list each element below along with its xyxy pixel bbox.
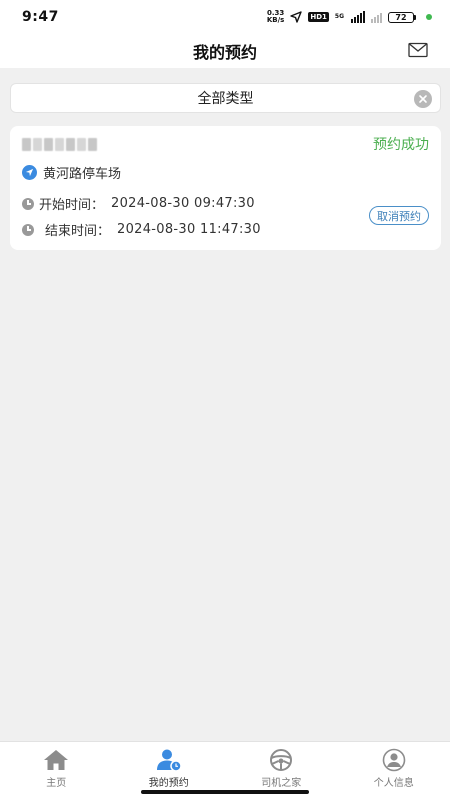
clock-icon — [22, 197, 34, 210]
tab-my-reservations-label: 我的预约 — [148, 778, 189, 789]
end-time-row: 结束时间： 2024-08-30 11:47:30 — [22, 220, 261, 239]
profile-icon — [382, 748, 406, 772]
steering-wheel-icon — [270, 749, 293, 771]
type-filter-select[interactable]: 全部类型 — [10, 83, 441, 113]
clock-icon — [22, 223, 34, 236]
user-clock-icon — [156, 749, 182, 772]
battery-level: 72 — [388, 11, 414, 23]
tab-driver-home-label: 司机之家 — [261, 778, 302, 789]
status-icons: 0.33 KB/s HD1 5G 72 — [267, 10, 432, 24]
network-speed-unit: KB/s — [266, 16, 285, 24]
battery-icon: 72 — [388, 11, 416, 23]
tab-home-label: 主页 — [46, 778, 67, 789]
hd-badge: HD1 — [308, 12, 329, 22]
start-time-label: 开始时间： — [39, 198, 105, 213]
network-type: 5G — [334, 13, 344, 20]
mail-icon[interactable] — [408, 42, 428, 58]
location-row: 黄河路停车场 — [22, 163, 121, 182]
tab-home[interactable]: 主页 — [0, 742, 113, 800]
start-time-row: 开始时间： 2024-08-30 09:47:30 — [22, 194, 255, 213]
parking-lot-name: 黄河路停车场 — [43, 167, 122, 182]
end-time-label: 结束时间： — [45, 224, 111, 239]
start-time-value: 2024-08-30 09:47:30 — [111, 196, 255, 211]
status-bar: 9:47 0.33 KB/s HD1 5G 72 — [0, 0, 450, 34]
header: 我的预约 — [0, 34, 450, 68]
status-time: 9:47 — [22, 9, 59, 25]
type-filter-label: 全部类型 — [197, 91, 254, 107]
cancel-reservation-button[interactable]: 取消预约 — [369, 206, 429, 225]
reservation-card[interactable]: 预约成功 黄河路停车场 开始时间： 2024-08-30 09:47:30 结束… — [10, 126, 441, 250]
tab-profile[interactable]: 个人信息 — [338, 742, 450, 800]
reservation-status: 预约成功 — [373, 137, 429, 153]
navigation-icon — [22, 165, 37, 180]
tab-profile-label: 个人信息 — [373, 778, 414, 789]
signal-icon — [351, 11, 365, 23]
location-arrow-icon — [290, 11, 303, 23]
close-circle-icon[interactable] — [414, 90, 432, 108]
home-icon — [44, 750, 69, 770]
license-plate-blurred — [22, 136, 102, 152]
home-indicator[interactable] — [141, 790, 309, 794]
privacy-dot-icon — [426, 14, 432, 20]
end-time-value: 2024-08-30 11:47:30 — [117, 222, 261, 237]
page-title: 我的预约 — [192, 43, 257, 62]
network-speed: 0.33 KB/s — [267, 10, 284, 24]
signal-secondary-icon — [371, 11, 382, 23]
